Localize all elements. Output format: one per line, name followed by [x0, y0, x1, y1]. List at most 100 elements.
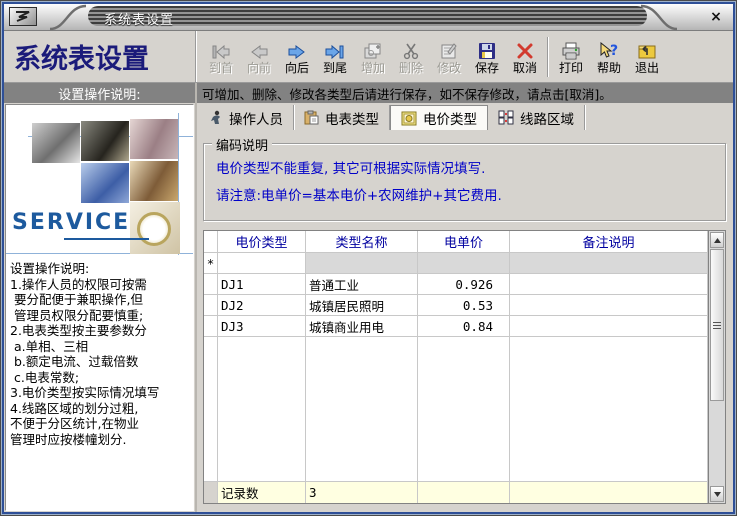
- footer-selector: [204, 481, 218, 503]
- photo-desk: [130, 161, 178, 201]
- photo-pen: [81, 121, 129, 161]
- app-logo-icon: [9, 7, 37, 26]
- cell-type[interactable]: DJ1: [218, 274, 306, 295]
- print-button[interactable]: 打印: [552, 34, 590, 80]
- coding-notes-groupbox: 编码说明 电价类型不能重复, 其它可根据实际情况填写. 请注意:电单价=基本电价…: [203, 143, 726, 221]
- cell-note[interactable]: [510, 316, 708, 337]
- row-selector[interactable]: [204, 295, 218, 316]
- tab-content: 编码说明 电价类型不能重复, 其它可根据实际情况填写. 请注意:电单价=基本电价…: [197, 130, 733, 512]
- right-panel: 可增加、删除、修改各类型后请进行保存，如不保存修改，请点击[取消]。 操作人员 …: [197, 83, 733, 512]
- new-record-marker: *: [204, 253, 218, 274]
- cancel-button[interactable]: 取消: [506, 34, 544, 80]
- scrollbar-grip: [713, 322, 721, 329]
- delete-icon: [402, 34, 420, 60]
- service-text: SERVICE: [12, 210, 130, 235]
- edit-button[interactable]: 修改: [430, 34, 468, 80]
- new-record-cell[interactable]: [218, 253, 306, 274]
- grid-header-row: 电价类型 类型名称 电单价 备注说明: [204, 231, 708, 253]
- window-title: 系统表设置: [104, 9, 174, 28]
- row-selector[interactable]: [204, 274, 218, 295]
- clipboard-icon: [304, 110, 319, 125]
- cell-price[interactable]: 0.84: [418, 316, 510, 337]
- add-icon: [363, 34, 383, 60]
- notice-line-1: 电价类型不能重复, 其它可根据实际情况填写.: [216, 156, 713, 183]
- titlebar-swoosh-left: [48, 4, 88, 31]
- new-record-cell[interactable]: [418, 253, 510, 274]
- cell-price[interactable]: 0.926: [418, 274, 510, 295]
- add-button[interactable]: 增加: [354, 34, 392, 80]
- cell-price[interactable]: 0.53: [418, 295, 510, 316]
- money-icon: [401, 111, 417, 126]
- photo-tools: [32, 123, 80, 163]
- last-button[interactable]: 到尾: [316, 34, 354, 80]
- cell-name[interactable]: 城镇居民照明: [306, 295, 418, 316]
- tab-operators[interactable]: 操作人员: [199, 105, 294, 130]
- table-row[interactable]: DJ3 城镇商业用电 0.84: [204, 316, 708, 337]
- scroll-down-button[interactable]: [710, 486, 724, 502]
- nodes-icon: [498, 110, 514, 125]
- photo-watch: [130, 202, 180, 254]
- service-collage: SERVICE: [6, 105, 193, 255]
- tab-label: 电价类型: [423, 108, 477, 128]
- save-icon: [478, 34, 496, 60]
- notice-line-2: 请注意:电单价=基本电价+农网维护+其它费用.: [216, 183, 713, 210]
- edit-icon: [440, 34, 458, 60]
- grid-footer-row: 记录数 3: [204, 482, 708, 503]
- triangle-up-icon: [714, 238, 721, 243]
- column-header-price-type[interactable]: 电价类型: [218, 231, 306, 253]
- service-underline: [64, 238, 149, 240]
- prev-button[interactable]: 向前: [240, 34, 278, 80]
- delete-button[interactable]: 删除: [392, 34, 430, 80]
- tab-label: 操作人员: [229, 108, 283, 128]
- cell-name[interactable]: 普通工业: [306, 274, 418, 295]
- tab-label: 电表类型: [325, 108, 379, 128]
- triangle-down-icon: [714, 492, 721, 497]
- cell-name[interactable]: 城镇商业用电: [306, 316, 418, 337]
- watch-face: [137, 212, 171, 246]
- cell-note[interactable]: [510, 274, 708, 295]
- new-record-cell[interactable]: [510, 253, 708, 274]
- column-header-type-name[interactable]: 类型名称: [306, 231, 418, 253]
- help-icon: ?: [598, 34, 620, 60]
- tab-line-area[interactable]: 线路区域: [488, 105, 585, 130]
- tab-price-type[interactable]: 电价类型: [390, 105, 488, 131]
- tab-bar: 操作人员 电表类型 电价类型: [197, 103, 733, 130]
- new-record-row[interactable]: *: [204, 253, 708, 274]
- photo-instruments: [130, 119, 178, 159]
- grid-empty-area: [204, 337, 708, 482]
- column-header-note[interactable]: 备注说明: [510, 231, 708, 253]
- page-title: 系统表设置: [4, 31, 196, 82]
- help-button[interactable]: ? 帮助: [590, 34, 628, 80]
- last-icon: [324, 34, 346, 60]
- column-header-unit-price[interactable]: 电单价: [418, 231, 510, 253]
- cell-type[interactable]: DJ2: [218, 295, 306, 316]
- cell-type[interactable]: DJ3: [218, 316, 306, 337]
- grid-corner: [204, 231, 218, 253]
- titlebar[interactable]: 系统表设置 ×: [4, 4, 733, 31]
- app-window: 系统表设置 × 系统表设置 到首 向前 向后: [0, 0, 737, 516]
- toolbar-separator: [547, 37, 549, 77]
- toolbar: 系统表设置 到首 向前 向后: [4, 31, 733, 83]
- first-button[interactable]: 到首: [202, 34, 240, 80]
- row-selector[interactable]: [204, 316, 218, 337]
- person-icon: [209, 110, 223, 125]
- table-row[interactable]: DJ2 城镇居民照明 0.53: [204, 295, 708, 316]
- cell-note[interactable]: [510, 295, 708, 316]
- new-record-cell[interactable]: [306, 253, 418, 274]
- table-row[interactable]: DJ1 普通工业 0.926: [204, 274, 708, 295]
- vertical-scrollbar[interactable]: [708, 231, 725, 503]
- close-button[interactable]: ×: [707, 8, 725, 26]
- scrollbar-thumb[interactable]: [710, 249, 724, 401]
- record-count-label: 记录数: [218, 481, 306, 503]
- exit-button[interactable]: 退出: [628, 34, 666, 80]
- save-button[interactable]: 保存: [468, 34, 506, 80]
- print-icon: [561, 34, 581, 60]
- status-message: 可增加、删除、修改各类型后请进行保存，如不保存修改，请点击[取消]。: [197, 83, 733, 103]
- tab-meter-type[interactable]: 电表类型: [294, 105, 390, 130]
- exit-icon: [637, 34, 657, 60]
- next-icon: [287, 34, 307, 60]
- left-panel-header: 设置操作说明:: [4, 83, 195, 103]
- scroll-up-button[interactable]: [710, 232, 724, 248]
- next-button[interactable]: 向后: [278, 34, 316, 80]
- groupbox-title: 编码说明: [212, 135, 272, 154]
